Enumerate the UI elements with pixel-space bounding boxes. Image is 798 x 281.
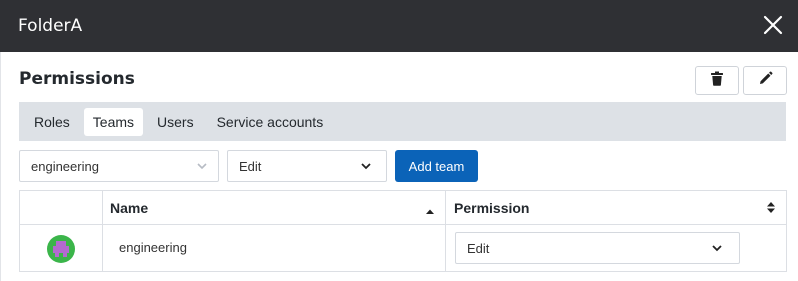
column-header-name[interactable]: Name: [102, 191, 445, 224]
permissions-panel: Permissions Roles Teams Users Service ac…: [0, 52, 798, 281]
sort-both-icon[interactable]: [766, 201, 776, 217]
permission-tabs: Roles Teams Users Service accounts: [19, 102, 786, 141]
team-select[interactable]: engineering: [19, 150, 219, 182]
drawer-title: FolderA: [18, 16, 83, 36]
team-name: engineering: [119, 240, 187, 255]
column-header-permission-label: Permission: [454, 199, 530, 216]
header-divider: [20, 224, 786, 225]
tab-service-accounts[interactable]: Service accounts: [208, 108, 333, 136]
edit-button[interactable]: [743, 66, 787, 95]
drawer-header: FolderA: [0, 0, 798, 52]
trash-icon: [710, 71, 724, 90]
sort-asc-icon[interactable]: [425, 203, 435, 219]
tab-teams[interactable]: Teams: [83, 107, 144, 136]
row-permission-select[interactable]: Edit: [455, 232, 740, 264]
close-icon[interactable]: [762, 14, 784, 36]
permissions-table: Name Permission engineering Edit: [19, 190, 787, 272]
chevron-down-icon: [711, 242, 723, 257]
tab-users[interactable]: Users: [148, 108, 203, 136]
column-header-name-label: Name: [110, 199, 149, 216]
permissions-heading: Permissions: [19, 69, 135, 89]
chevron-down-icon: [196, 160, 208, 175]
delete-button[interactable]: [695, 66, 739, 95]
tab-roles[interactable]: Roles: [25, 108, 79, 136]
team-avatar: [47, 235, 75, 263]
permission-select[interactable]: Edit: [227, 150, 387, 182]
row-permission-value: Edit: [467, 240, 490, 256]
chevron-down-icon: [360, 160, 372, 175]
permission-select-value: Edit: [239, 158, 262, 174]
pencil-icon: [758, 71, 773, 90]
team-select-value: engineering: [31, 158, 99, 174]
add-team-button[interactable]: Add team: [395, 150, 478, 182]
column-header-permission[interactable]: Permission: [446, 191, 786, 224]
